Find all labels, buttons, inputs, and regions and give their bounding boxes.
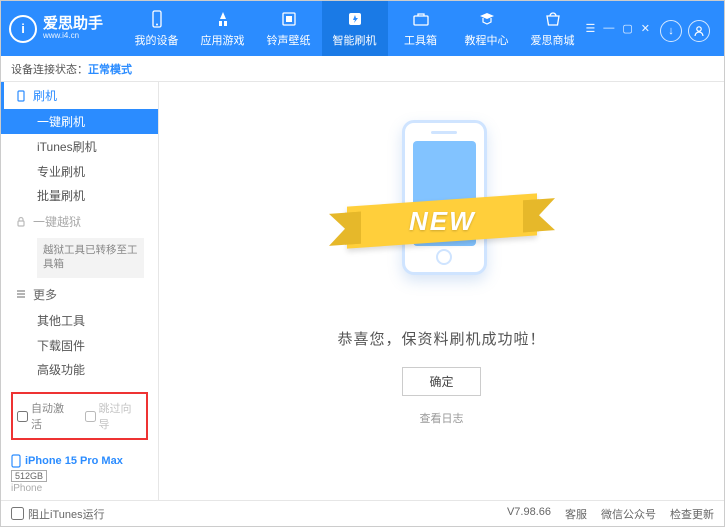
app-name: 爱思助手	[43, 16, 103, 33]
device-storage: 512GB	[11, 470, 47, 482]
apps-icon	[213, 9, 233, 29]
close-icon[interactable]: ✕	[641, 22, 650, 35]
device-icon	[147, 9, 167, 29]
footer: 阻止iTunes运行 V7.98.66 客服 微信公众号 检查更新	[1, 500, 724, 526]
nav-tutorials[interactable]: 教程中心	[454, 1, 520, 56]
sidebar-item-oneclick[interactable]: 一键刷机	[1, 109, 158, 134]
nav-apps[interactable]: 应用游戏	[190, 1, 256, 56]
sidebar-section-more[interactable]: 更多	[1, 281, 158, 308]
titlebar: i 爱思助手 www.i4.cn 我的设备 应用游戏 铃声壁纸 智能刷机 工具箱	[1, 1, 724, 56]
sidebar-section-flash[interactable]: 刷机	[1, 82, 158, 109]
view-log-link[interactable]: 查看日志	[420, 410, 464, 426]
device-type: iPhone	[11, 483, 148, 494]
main-panel: NEW 恭喜您，保资料刷机成功啦！ 确定 查看日志	[159, 82, 724, 500]
footer-link-support[interactable]: 客服	[565, 506, 587, 522]
activation-options: 自动激活 跳过向导	[11, 392, 148, 440]
tutorial-icon	[477, 9, 497, 29]
logo-block: i 爱思助手 www.i4.cn	[9, 15, 124, 43]
sidebar-item-itunes[interactable]: iTunes刷机	[1, 134, 158, 159]
device-info: iPhone 15 Pro Max 512GB iPhone	[1, 450, 158, 500]
status-bar: 设备连接状态： 正常模式	[1, 56, 724, 82]
minimize-icon[interactable]: —	[603, 22, 614, 35]
sidebar: 刷机 一键刷机 iTunes刷机 专业刷机 批量刷机 一键越狱 越狱工具已转移至…	[1, 82, 159, 500]
sidebar-item-advanced[interactable]: 高级功能	[1, 357, 158, 382]
device-name[interactable]: iPhone 15 Pro Max	[11, 454, 148, 468]
success-message: 恭喜您，保资料刷机成功啦！	[337, 328, 545, 349]
nav-ringtones[interactable]: 铃声壁纸	[256, 1, 322, 56]
flash-icon	[345, 9, 365, 29]
flash-section-icon	[15, 90, 27, 102]
toolbox-icon	[411, 9, 431, 29]
sidebar-item-download-fw[interactable]: 下载固件	[1, 333, 158, 358]
confirm-button[interactable]: 确定	[402, 367, 480, 396]
sidebar-item-batch[interactable]: 批量刷机	[1, 183, 158, 208]
maximize-icon[interactable]: ▢	[622, 22, 632, 35]
sidebar-section-jailbreak: 一键越狱	[1, 208, 158, 235]
wallpaper-icon	[279, 9, 299, 29]
nav-store[interactable]: 爱思商城	[520, 1, 586, 56]
version-label: V7.98.66	[507, 506, 551, 522]
new-ribbon: NEW	[347, 193, 537, 248]
store-icon	[543, 9, 563, 29]
menu-icon[interactable]: ☰	[586, 22, 596, 35]
nav-my-device[interactable]: 我的设备	[124, 1, 190, 56]
jailbreak-note: 越狱工具已转移至工具箱	[37, 238, 144, 277]
lock-icon	[15, 216, 27, 228]
connection-mode: 正常模式	[88, 61, 132, 77]
top-nav: 我的设备 应用游戏 铃声壁纸 智能刷机 工具箱 教程中心 爱思商城	[124, 1, 586, 56]
checkbox-block-itunes[interactable]: 阻止iTunes运行	[11, 506, 105, 522]
footer-link-wechat[interactable]: 微信公众号	[601, 506, 656, 522]
footer-link-update[interactable]: 检查更新	[670, 506, 714, 522]
sidebar-item-pro[interactable]: 专业刷机	[1, 159, 158, 184]
window-controls: ☰ — ▢ ✕	[586, 22, 651, 35]
checkbox-auto-activate[interactable]: 自动激活	[17, 400, 75, 432]
app-url: www.i4.cn	[43, 32, 103, 41]
logo-icon: i	[9, 15, 37, 43]
user-button[interactable]	[688, 20, 710, 42]
checkbox-skip-setup[interactable]: 跳过向导	[85, 400, 143, 432]
more-icon	[15, 288, 27, 300]
success-illustration: NEW	[337, 110, 547, 310]
nav-flash[interactable]: 智能刷机	[322, 1, 388, 56]
download-button[interactable]: ↓	[660, 20, 682, 42]
sidebar-item-othertools[interactable]: 其他工具	[1, 308, 158, 333]
phone-icon	[11, 454, 21, 468]
nav-toolbox[interactable]: 工具箱	[388, 1, 454, 56]
